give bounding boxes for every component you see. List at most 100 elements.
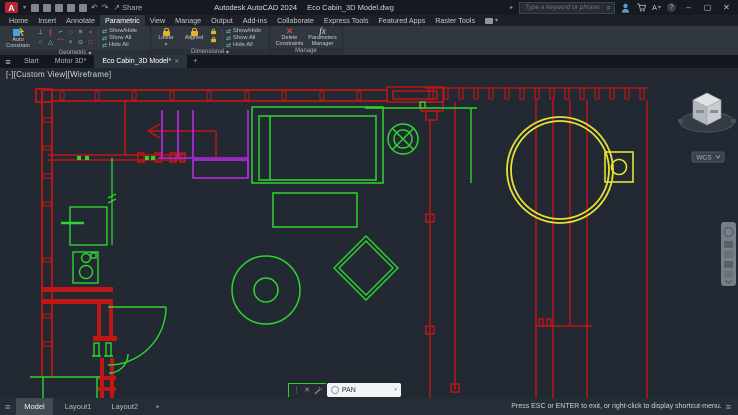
deck-railing[interactable] bbox=[425, 88, 648, 99]
constraint-icon[interactable]: ◇ bbox=[66, 28, 75, 37]
doc-tab-start[interactable]: Start bbox=[16, 55, 47, 68]
desk[interactable] bbox=[273, 193, 357, 227]
tab-collaborate[interactable]: Collaborate bbox=[272, 15, 319, 26]
save-icon[interactable] bbox=[55, 4, 63, 12]
restore-button[interactable]: ▢ bbox=[701, 3, 714, 12]
cooktop[interactable] bbox=[73, 252, 98, 283]
hot-tub[interactable] bbox=[507, 117, 613, 223]
close-button[interactable]: ✕ bbox=[720, 3, 733, 12]
kitchen-sink[interactable] bbox=[61, 207, 107, 245]
constraint-icon[interactable]: ≡ bbox=[76, 28, 85, 37]
autodesk-account-button[interactable]: A ▾ bbox=[652, 3, 661, 12]
share-button[interactable]: ↗ Share bbox=[113, 3, 142, 12]
tab-featured-apps[interactable]: Featured Apps bbox=[373, 15, 430, 26]
doc-tab-motor3d[interactable]: Motor 3D* bbox=[47, 55, 95, 68]
app-store-cart-icon[interactable] bbox=[636, 3, 646, 12]
linear-dimension-button[interactable]: Linear ▾ bbox=[154, 27, 178, 48]
tab-insert[interactable]: Insert bbox=[33, 15, 61, 26]
close-tab-icon[interactable]: ✕ bbox=[174, 58, 179, 65]
ribbon-display-toggle[interactable]: ▾ bbox=[480, 15, 503, 26]
undo-icon[interactable]: ↶ bbox=[91, 4, 98, 12]
constraint-icon[interactable]: △ bbox=[46, 38, 55, 47]
autocad-logo[interactable]: A bbox=[5, 2, 18, 13]
layout-menu-icon[interactable]: ≡ bbox=[5, 402, 10, 412]
search-input[interactable] bbox=[523, 3, 605, 12]
help-button[interactable]: ? bbox=[667, 3, 676, 12]
command-recent-dropdown-icon[interactable]: ▾ bbox=[394, 387, 397, 393]
dim-constraint-icon[interactable] bbox=[211, 39, 216, 43]
entry-steps[interactable] bbox=[387, 87, 443, 120]
plot-icon[interactable] bbox=[79, 4, 87, 12]
layout1-tab[interactable]: Layout1 bbox=[57, 398, 100, 415]
rotated-square-table[interactable] bbox=[334, 236, 398, 300]
search-icon[interactable]: ⌕ bbox=[606, 4, 610, 12]
geometric-show-hide[interactable]: ⇄ Show/Hide bbox=[102, 28, 137, 34]
bottom-room[interactable] bbox=[30, 377, 100, 398]
deck-boards[interactable] bbox=[426, 100, 647, 398]
tab-manage[interactable]: Manage bbox=[170, 15, 206, 26]
command-drag-handle[interactable]: ⋮ bbox=[293, 387, 300, 394]
view-cube[interactable] bbox=[678, 93, 736, 132]
ceiling-fan-symbol[interactable] bbox=[388, 124, 418, 154]
auto-constrain-button[interactable]: Auto Constrain bbox=[3, 27, 33, 50]
layout2-tab[interactable]: Layout2 bbox=[103, 398, 146, 415]
dimensional-show-all[interactable]: ⇄ Show All bbox=[226, 35, 261, 41]
open-file-icon[interactable] bbox=[43, 4, 51, 12]
constraint-icon[interactable]: ⊥ bbox=[36, 28, 45, 37]
panel-geometric: Auto Constrain ⊥ ∥ ⌐ ◇ ≡ = ○ △ ⌒ × ⊙ □ ⇄ bbox=[0, 26, 151, 55]
stair-direction-arrow[interactable] bbox=[148, 124, 216, 157]
tab-raster-tools[interactable]: Raster Tools bbox=[430, 15, 480, 26]
constraint-icon[interactable]: ⌐ bbox=[56, 28, 65, 37]
constraint-icon[interactable]: × bbox=[66, 38, 75, 47]
dim-constraint-icon[interactable] bbox=[211, 31, 216, 35]
model-tab[interactable]: Model bbox=[16, 398, 52, 415]
closet[interactable] bbox=[365, 102, 477, 183]
command-line-window[interactable]: ⋮ ✕ PAN ▾ bbox=[288, 383, 401, 397]
geometric-show-all[interactable]: ⇄ Show All bbox=[102, 35, 137, 41]
constraint-icon[interactable]: = bbox=[86, 28, 95, 37]
constraint-icon[interactable]: ∥ bbox=[46, 28, 55, 37]
doc-tabs-menu-icon[interactable]: ≡ bbox=[0, 55, 16, 68]
aligned-dimension-button[interactable]: Aligned bbox=[181, 27, 207, 42]
viewport-controls[interactable]: [-][Custom View][Wireframe] bbox=[6, 70, 111, 79]
tab-view[interactable]: View bbox=[145, 15, 170, 26]
model-space-canvas[interactable]: [-][Custom View][Wireframe] bbox=[0, 68, 738, 398]
search-history-chevron-icon[interactable]: ▸ bbox=[510, 4, 513, 11]
dimensional-show-hide[interactable]: ⇄ Show/Hide bbox=[226, 28, 261, 34]
staircase[interactable] bbox=[158, 110, 248, 178]
command-close-icon[interactable]: ✕ bbox=[304, 387, 310, 394]
tab-parametric[interactable]: Parametric bbox=[100, 15, 145, 26]
round-table[interactable] bbox=[232, 256, 300, 324]
tab-annotate[interactable]: Annotate bbox=[61, 15, 100, 26]
command-input[interactable]: PAN ▾ bbox=[327, 383, 401, 397]
tab-add-ins[interactable]: Add-ins bbox=[238, 15, 272, 26]
constraint-icon[interactable]: ⊙ bbox=[76, 38, 85, 47]
sign-in-person-icon[interactable] bbox=[621, 3, 630, 13]
exterior-walls[interactable] bbox=[36, 89, 388, 376]
navigation-bar[interactable] bbox=[721, 222, 736, 286]
tab-express-tools[interactable]: Express Tools bbox=[319, 15, 374, 26]
constraint-icon[interactable]: ⌒ bbox=[56, 38, 65, 47]
delete-constraints-button[interactable]: ✕ Delete Constraints bbox=[275, 27, 305, 48]
new-layout-button[interactable]: + bbox=[150, 402, 164, 411]
new-file-icon[interactable] bbox=[31, 4, 39, 12]
save-as-icon[interactable] bbox=[67, 4, 75, 12]
bed[interactable] bbox=[252, 107, 383, 183]
constraint-icon[interactable]: ○ bbox=[36, 38, 45, 47]
doc-tab-eco-cabin[interactable]: Eco Cabin_3D Model* ✕ bbox=[94, 55, 187, 68]
minimize-button[interactable]: – bbox=[682, 3, 695, 12]
app-menu-dropdown-icon[interactable]: ▾ bbox=[23, 4, 26, 11]
parameters-manager-button[interactable]: fx Parameters Manager bbox=[308, 27, 338, 48]
redo-icon[interactable]: ↷ bbox=[102, 4, 109, 12]
wall-studs[interactable] bbox=[43, 91, 361, 346]
customization-menu-icon[interactable]: ≡ bbox=[726, 402, 731, 412]
wcs-dropdown[interactable]: WCS bbox=[692, 152, 724, 162]
constraint-icon[interactable]: □ bbox=[86, 38, 95, 47]
counter-edge[interactable] bbox=[108, 158, 116, 245]
tab-home[interactable]: Home bbox=[4, 15, 33, 26]
floor-plan-drawing[interactable]: WCS bbox=[0, 68, 738, 398]
tab-output[interactable]: Output bbox=[206, 15, 238, 26]
geometric-hide-all[interactable]: ⇄ Hide All bbox=[102, 42, 137, 48]
command-customize-wrench-icon[interactable] bbox=[314, 387, 322, 395]
new-drawing-button[interactable]: + bbox=[187, 55, 203, 68]
